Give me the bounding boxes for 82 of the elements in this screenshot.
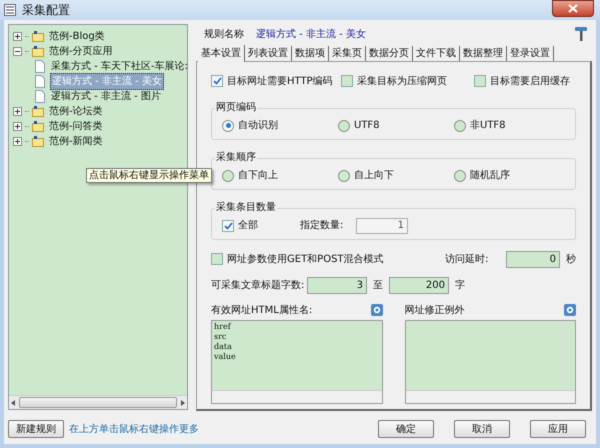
tree-folder-item[interactable]: 范例-新闻类 — [49, 134, 103, 149]
checkbox[interactable] — [474, 75, 486, 87]
folder-icon — [32, 31, 44, 42]
checkbox[interactable] — [341, 75, 353, 87]
checkbox[interactable] — [222, 220, 234, 232]
radio-label: 自上向下 — [354, 168, 394, 183]
delay-field[interactable]: 0 — [506, 250, 560, 268]
radio-button[interactable] — [222, 120, 234, 132]
text-line: src — [214, 332, 228, 342]
max-length-field[interactable]: 200 — [389, 276, 449, 294]
rule-name-value: 逻辑方式 - 非主流 - 美女 — [256, 28, 366, 42]
length-unit: 字 — [455, 278, 465, 292]
checkbox-label: 网址参数使用GET和POST混合模式 — [227, 252, 384, 266]
checkbox-label: 全部 — [238, 218, 258, 233]
expand-toggle[interactable] — [13, 137, 22, 146]
collapse-toggle[interactable] — [13, 47, 22, 56]
text-line: value — [214, 352, 237, 362]
dialog-button[interactable]: 确定 — [378, 420, 434, 438]
scrollbar-thumb[interactable] — [19, 397, 177, 408]
document-icon — [35, 75, 45, 88]
checkbox-label: 采集目标为压缩网页 — [357, 74, 447, 88]
radio-button[interactable] — [338, 170, 350, 182]
min-length-field[interactable]: 3 — [307, 276, 367, 294]
checkbox-label: 目标需要启用缓存 — [490, 74, 570, 88]
help-icon[interactable] — [370, 304, 382, 316]
radio-button[interactable] — [454, 120, 466, 132]
tree-item[interactable]: 采集方式 - 车天下社区-车展论: — [50, 59, 187, 74]
text-line: href — [214, 322, 232, 332]
hammer-icon[interactable] — [574, 26, 588, 42]
text-area[interactable]: href src data value — [211, 320, 382, 404]
tree-folder-item[interactable]: 范例-论坛类 — [49, 104, 103, 119]
horizontal-scrollbar[interactable] — [9, 395, 187, 409]
quantity-field[interactable]: 1 — [356, 218, 408, 234]
radio-button[interactable] — [222, 170, 234, 182]
folder-icon — [32, 136, 44, 147]
radio-label: 自动识别 — [238, 119, 278, 133]
dialog-button[interactable]: 取消 — [454, 420, 510, 438]
expand-toggle[interactable] — [13, 32, 22, 41]
help-icon[interactable] — [564, 304, 576, 316]
window-title: 采集配置 — [22, 2, 70, 19]
folder-icon — [32, 106, 44, 117]
radio-label: 自下向上 — [238, 168, 278, 183]
radio-button[interactable] — [454, 170, 466, 182]
field-label: 有效网址HTML属性名: — [211, 304, 312, 318]
new-rule-button[interactable]: 新建规则 — [8, 420, 64, 438]
field-label: 网址修正例外 — [404, 304, 464, 318]
delay-label: 访问延时: — [445, 252, 490, 266]
app-icon — [4, 4, 16, 16]
tree-folder-item[interactable]: 范例-分页应用 — [49, 44, 113, 59]
tree-folder-item[interactable]: 范例-问答类 — [49, 119, 103, 134]
document-icon — [35, 60, 45, 73]
checkbox[interactable] — [211, 253, 223, 265]
folder-icon — [32, 46, 44, 57]
title-length-label: 可采集文章标题字数: — [211, 278, 306, 292]
tab[interactable]: 基本设置 — [198, 45, 245, 62]
radio-label: 非UTF8 — [470, 118, 506, 133]
quantity-label: 指定数量: — [300, 218, 344, 233]
document-icon — [35, 90, 45, 103]
close-button[interactable] — [552, 0, 594, 17]
delay-unit: 秒 — [566, 252, 576, 266]
tree-item[interactable]: 逻辑方式 - 非主流 - 图片 — [50, 89, 162, 104]
close-icon — [568, 4, 578, 13]
scroll-left-icon[interactable] — [11, 400, 15, 406]
expand-toggle[interactable] — [13, 107, 22, 116]
text-line: data — [214, 342, 233, 352]
tree-folder-item[interactable]: 范例-Blog类 — [49, 29, 105, 44]
hint-text: 在上方单击鼠标右键操作更多 — [69, 422, 199, 436]
checkbox-label: 目标网址需要HTTP编码 — [227, 74, 333, 88]
radio-button[interactable] — [338, 120, 350, 132]
folder-icon — [32, 121, 44, 132]
radio-label: UTF8 — [354, 119, 380, 133]
checkbox[interactable] — [211, 75, 223, 87]
dialog-button[interactable]: 应用 — [530, 420, 586, 438]
horizontal-scrollbar[interactable] — [212, 390, 382, 403]
scroll-right-icon[interactable] — [181, 400, 185, 406]
range-separator: 至 — [373, 278, 383, 292]
horizontal-scrollbar[interactable] — [406, 390, 575, 403]
rule-name-label: 规则名称 — [204, 28, 244, 42]
text-area[interactable] — [404, 320, 576, 404]
tooltip: 点击鼠标右键显示操作菜单 — [86, 168, 212, 183]
expand-toggle[interactable] — [13, 122, 22, 131]
radio-label: 随机乱序 — [470, 168, 510, 183]
